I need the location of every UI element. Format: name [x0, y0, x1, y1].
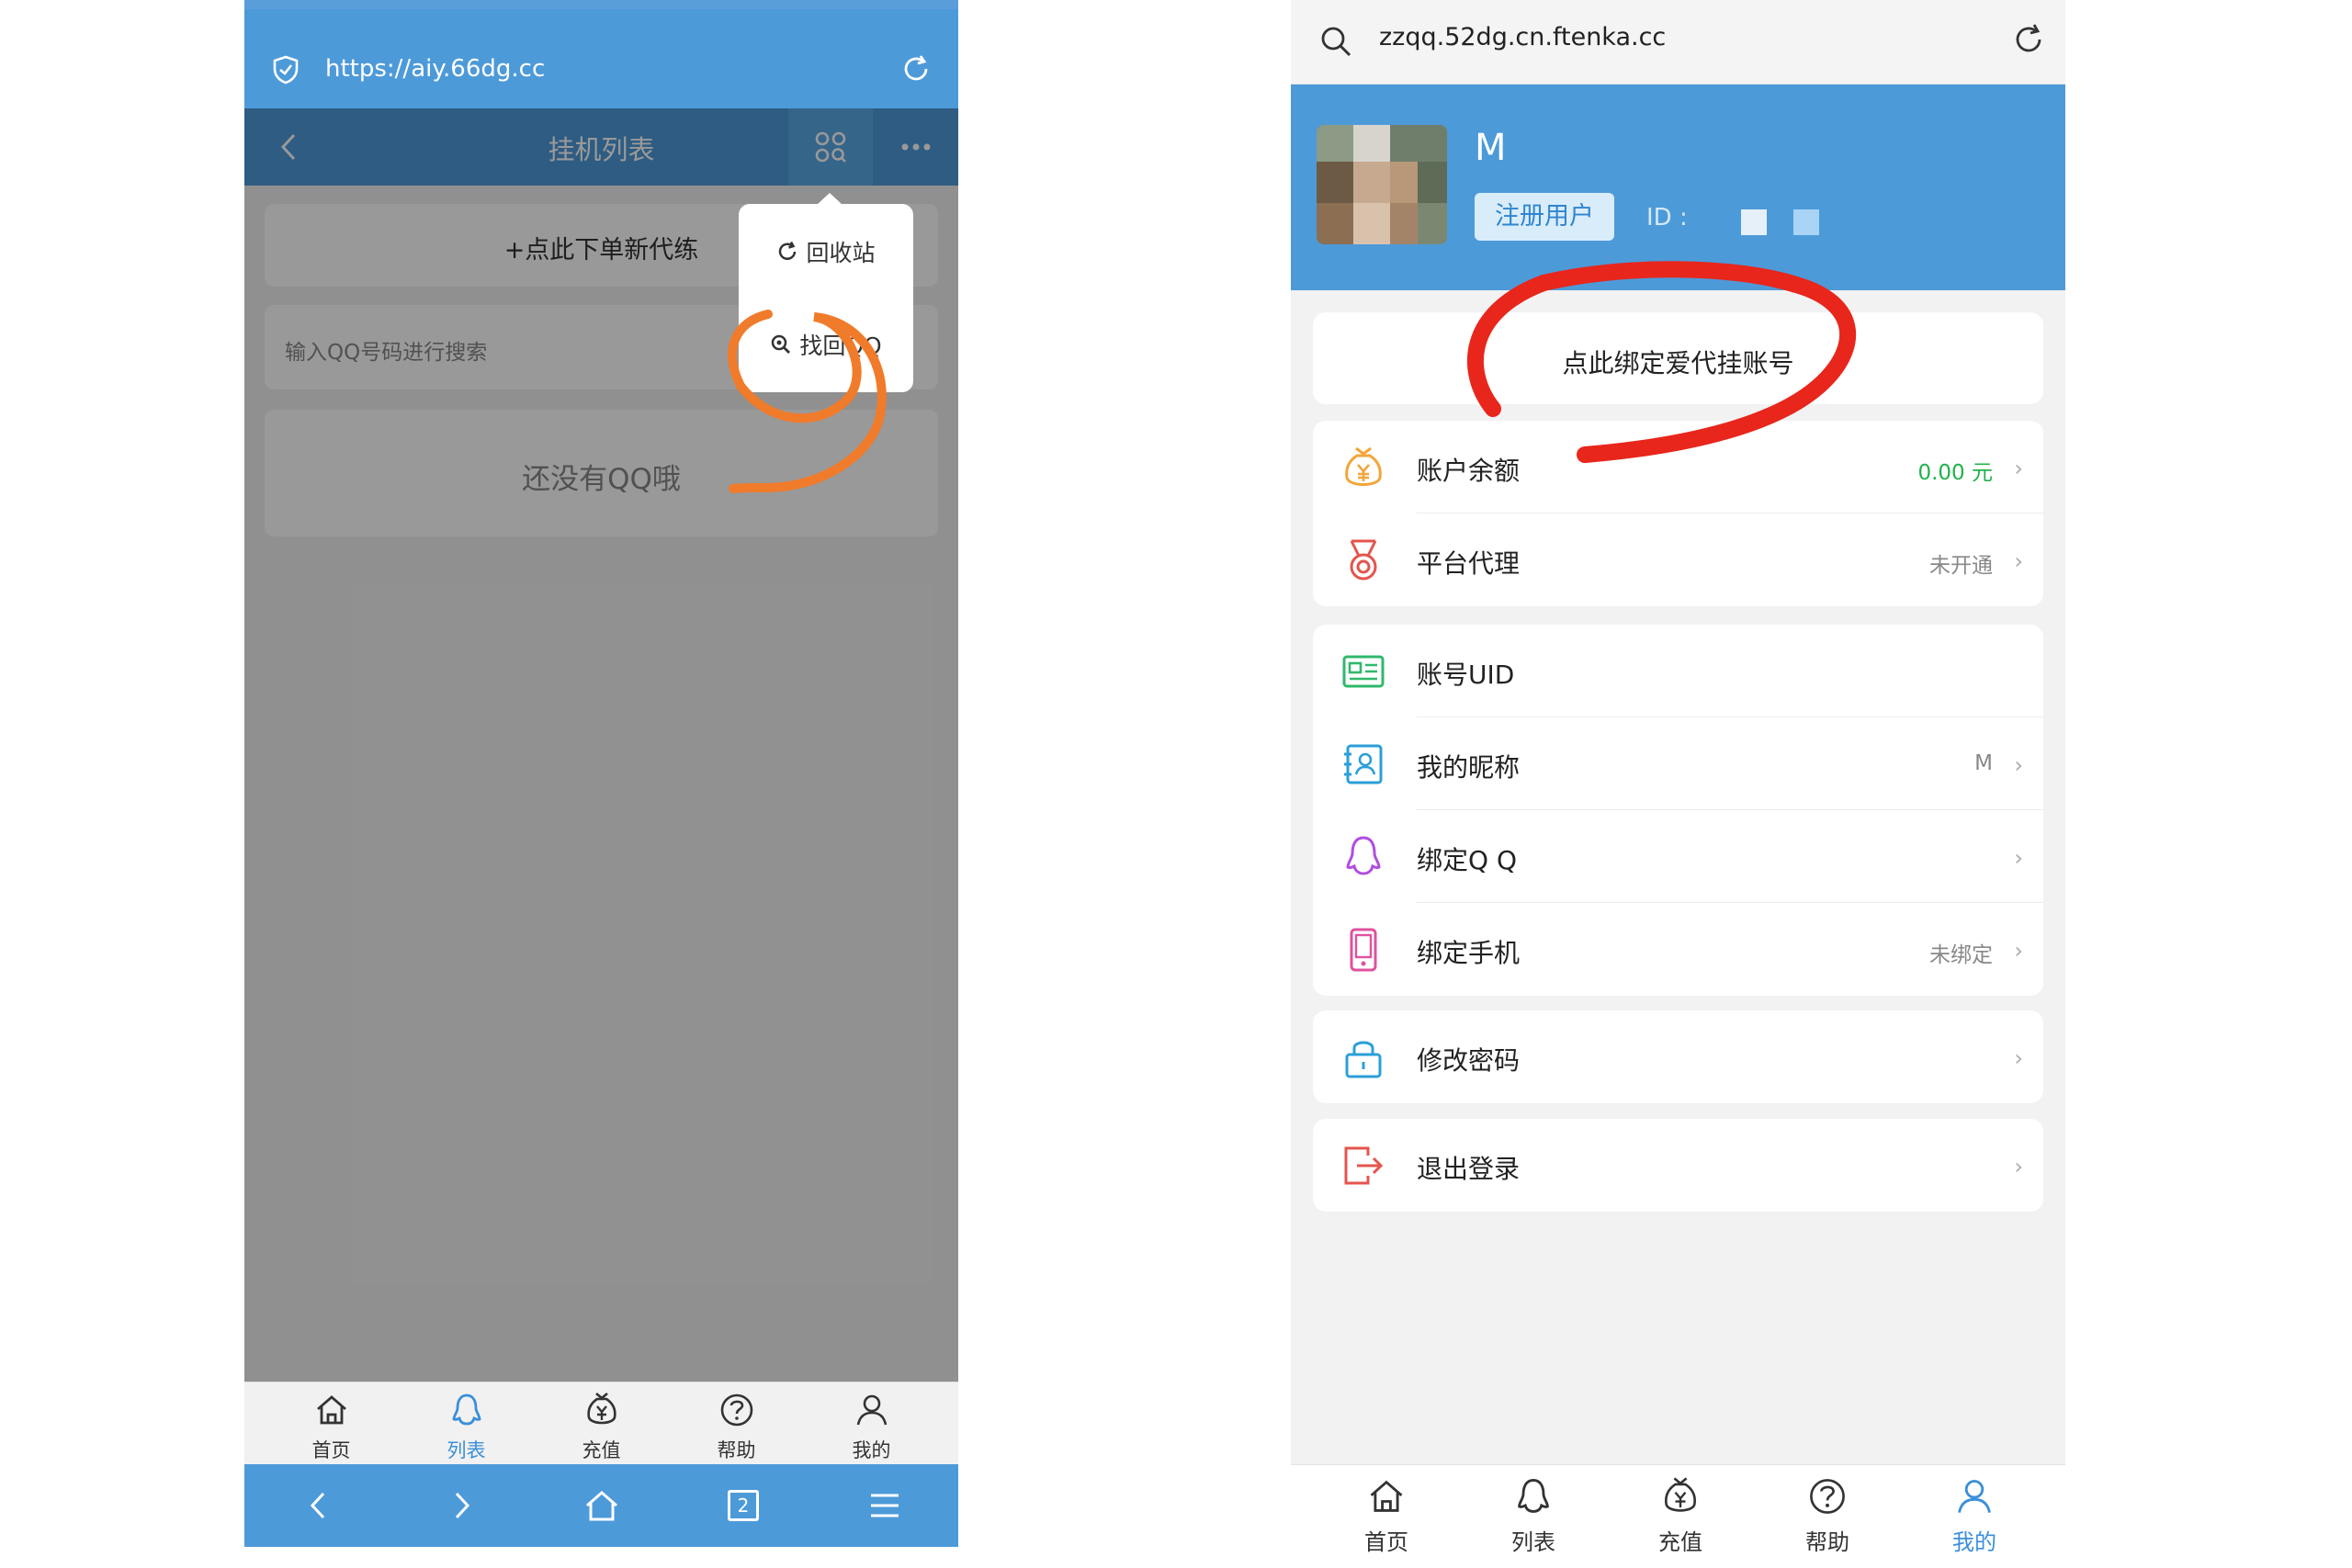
row-logout[interactable]: 退出登录 › — [1313, 1119, 2043, 1212]
user-icon — [856, 1394, 888, 1426]
row-label: 绑定Q Q — [1417, 845, 1517, 875]
browser-url-bar[interactable]: zzqq.52dg.cn.ftenka.cc — [1291, 0, 2065, 85]
profile-group: 账号UID 我的昵称 M › 绑定Q Q › 绑定手机 未绑定 › — [1313, 625, 2043, 996]
row-label: 绑定手机 — [1417, 938, 1521, 968]
tab-label: 首页 — [311, 1439, 351, 1461]
tab-label: 帮助 — [1805, 1529, 1849, 1555]
tab-label: 列表 — [447, 1439, 486, 1461]
chevron-right-icon: › — [2014, 1154, 2023, 1179]
refresh-icon — [776, 241, 798, 263]
row-label: 退出登录 — [1417, 1154, 1521, 1184]
row-label: 我的昵称 — [1417, 752, 1521, 783]
row-agent[interactable]: 平台代理 未开通 › — [1313, 513, 2043, 606]
row-bind-phone[interactable]: 绑定手机 未绑定 › — [1313, 903, 2043, 996]
browser-forward-icon[interactable] — [440, 1484, 482, 1527]
tab-help[interactable]: 帮助 — [669, 1382, 804, 1465]
tab-label: 充值 — [1658, 1529, 1702, 1555]
row-label: 修改密码 — [1417, 1045, 1521, 1076]
user-name: M — [1475, 127, 1507, 169]
row-uid[interactable]: 账号UID — [1313, 625, 2043, 717]
tab-home[interactable]: 首页 — [1313, 1465, 1460, 1568]
bottom-tab-bar: 首页 列表 充值 帮助 我的 — [244, 1382, 958, 1464]
penguin-icon — [1346, 836, 1381, 875]
orange-annotation-scribble — [728, 310, 887, 493]
tab-mine[interactable]: 我的 — [1901, 1465, 2048, 1568]
url-text: zzqq.52dg.cn.ftenka.cc — [1379, 23, 1667, 51]
chevron-right-icon: › — [2014, 845, 2023, 871]
right-phone-screen: zzqq.52dg.cn.ftenka.cc M 注册用户 ID : 点此绑定爱… — [1291, 0, 2065, 1568]
tab-mine[interactable]: 我的 — [804, 1382, 939, 1465]
help-icon — [1810, 1479, 1845, 1514]
row-label: 账号UID — [1417, 660, 1515, 690]
chevron-right-icon: › — [2014, 752, 2023, 778]
status-bar — [244, 0, 958, 9]
chevron-right-icon: › — [2014, 456, 2023, 481]
logout-card: 退出登录 › — [1313, 1119, 2043, 1212]
browser-home-icon[interactable] — [581, 1484, 623, 1527]
bind-phone-value: 未绑定 — [1929, 943, 1993, 967]
money-bag-icon — [1345, 446, 1382, 486]
browser-tabs-button[interactable]: 2 — [722, 1484, 764, 1527]
chevron-right-icon: › — [2014, 548, 2023, 574]
id-card-icon — [1342, 655, 1385, 688]
tab-label: 首页 — [1364, 1529, 1408, 1555]
browser-menu-icon[interactable] — [864, 1484, 906, 1527]
contact-card-icon — [1344, 744, 1383, 784]
bottom-tab-bar: 首页 列表 充值 帮助 我的 — [1291, 1464, 2065, 1568]
logout-icon — [1344, 1146, 1384, 1185]
tab-label: 我的 — [852, 1439, 891, 1461]
browser-back-icon[interactable] — [298, 1484, 340, 1527]
reload-icon[interactable] — [2011, 22, 2046, 57]
url-text: https://aiy.66dg.cc — [325, 55, 546, 83]
agent-value: 未开通 — [1929, 554, 1993, 578]
browser-bottom-bar: 2 — [244, 1464, 958, 1547]
nickname-value: M — [1974, 751, 1993, 775]
tab-recharge[interactable]: 充值 — [1607, 1465, 1754, 1568]
left-phone-screen: https://aiy.66dg.cc 挂机列表 +点此下单新代练 输入QQ号码… — [244, 0, 958, 1547]
menu-item-label: 回收站 — [806, 240, 876, 266]
money-bag-icon — [587, 1393, 616, 1425]
user-icon — [1958, 1480, 1991, 1513]
id-mask-block — [1793, 209, 1819, 235]
tab-recharge[interactable]: 充值 — [534, 1382, 669, 1465]
row-bind-qq[interactable]: 绑定Q Q › — [1313, 810, 2043, 903]
phone-icon — [1350, 928, 1377, 972]
popup-arrow — [817, 193, 842, 205]
browser-url-bar[interactable]: https://aiy.66dg.cc — [244, 9, 958, 108]
avatar[interactable] — [1317, 125, 1447, 244]
user-type-badge: 注册用户 — [1475, 193, 1614, 241]
change-password-card: 修改密码 › — [1313, 1010, 2043, 1103]
tab-label: 列表 — [1511, 1529, 1555, 1555]
tab-label: 我的 — [1952, 1529, 1996, 1555]
reload-icon[interactable] — [900, 53, 932, 85]
tab-label: 充值 — [582, 1439, 621, 1461]
red-annotation-scribble — [1467, 261, 1857, 463]
id-mask-block — [1741, 209, 1767, 235]
chevron-right-icon: › — [2014, 938, 2023, 964]
help-icon — [720, 1393, 753, 1427]
home-icon — [1370, 1480, 1403, 1512]
id-label: ID : — [1646, 204, 1688, 231]
tab-list[interactable]: 列表 — [399, 1382, 534, 1465]
chevron-right-icon: › — [2014, 1045, 2023, 1071]
penguin-icon — [1518, 1478, 1549, 1513]
shield-icon — [272, 55, 300, 85]
tab-list[interactable]: 列表 — [1460, 1465, 1607, 1568]
row-change-password[interactable]: 修改密码 › — [1313, 1010, 2043, 1103]
balance-value: 0.00 元 — [1917, 461, 1993, 485]
row-label: 平台代理 — [1417, 548, 1521, 579]
lock-icon — [1345, 1041, 1382, 1078]
tab-help[interactable]: 帮助 — [1754, 1465, 1901, 1568]
tab-home[interactable]: 首页 — [264, 1382, 399, 1465]
search-icon — [1321, 27, 1351, 57]
menu-item-recycle-bin[interactable]: 回收站 — [739, 215, 913, 288]
money-bag-icon — [1665, 1477, 1696, 1512]
row-nickname[interactable]: 我的昵称 M › — [1313, 717, 2043, 810]
tab-count: 2 — [728, 1490, 759, 1521]
medal-icon — [1350, 539, 1377, 581]
penguin-icon — [452, 1393, 481, 1426]
tab-label: 帮助 — [717, 1439, 756, 1461]
home-icon — [317, 1395, 346, 1425]
